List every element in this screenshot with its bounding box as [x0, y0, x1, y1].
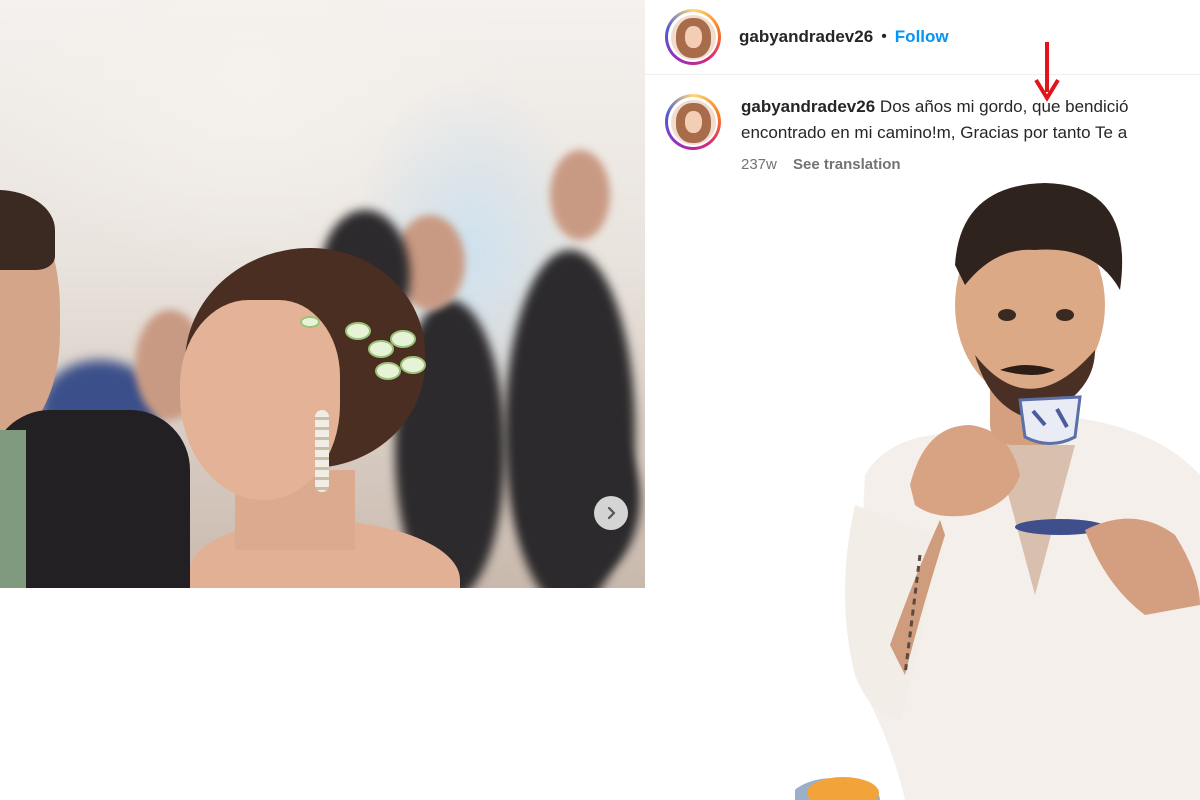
- man-with-teacup-image: [795, 183, 1200, 800]
- hair-flower: [390, 330, 416, 348]
- post-timestamp[interactable]: 237w: [741, 156, 777, 173]
- hair-flower: [368, 340, 394, 358]
- post-photo[interactable]: [0, 0, 645, 588]
- arrow-down-icon: [1034, 42, 1060, 102]
- groom-hair: [0, 190, 55, 270]
- earring: [315, 410, 329, 492]
- hair-flower: [375, 362, 401, 380]
- caption-line-2: encontrado en mi camino!m, Gracias por t…: [741, 123, 1128, 142]
- groom-vest: [0, 430, 26, 588]
- caption-line-1: Dos años mi gordo, que bendició: [879, 97, 1129, 116]
- hair-flower: [400, 356, 426, 374]
- caption-meta: 237w See translation: [741, 156, 1196, 173]
- post-header: gabyandradev26 • Follow: [645, 0, 1200, 75]
- header-separator: •: [881, 28, 887, 45]
- chevron-right-icon: [607, 506, 616, 520]
- groom-suit: [0, 410, 190, 588]
- guest-silhouette: [550, 150, 610, 240]
- carousel-next-button[interactable]: [594, 496, 628, 530]
- avatar[interactable]: [665, 9, 721, 65]
- caption-text: gabyandradev26 Dos años mi gordo, que be…: [741, 94, 1196, 146]
- hair-flower: [300, 316, 320, 328]
- see-translation-button[interactable]: See translation: [793, 156, 901, 173]
- follow-button[interactable]: Follow: [895, 27, 949, 47]
- caption-avatar[interactable]: [665, 94, 721, 150]
- caption: gabyandradev26 Dos años mi gordo, que be…: [665, 94, 1200, 173]
- header-username[interactable]: gabyandradev26: [739, 27, 873, 47]
- hair-flower: [345, 322, 371, 340]
- caption-username[interactable]: gabyandradev26: [741, 97, 875, 116]
